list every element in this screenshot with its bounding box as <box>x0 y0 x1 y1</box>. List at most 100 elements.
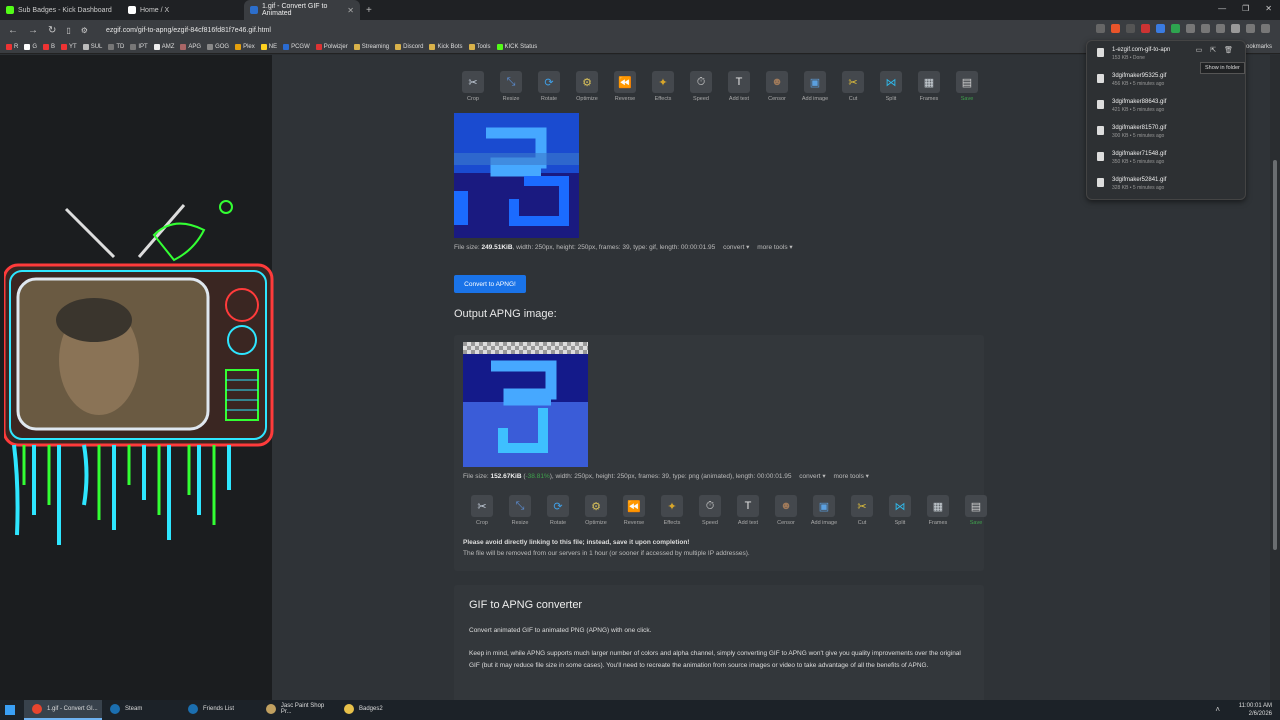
tab-home-x[interactable]: Home / X <box>122 0 244 20</box>
brave-shield-icon[interactable] <box>1111 24 1120 33</box>
frames-icon: ▦ <box>918 71 940 93</box>
delete-icon[interactable]: 🗑 <box>1224 46 1233 54</box>
tool-crop[interactable]: ✂ Crop <box>454 71 492 102</box>
tool-save[interactable]: ▤ Save <box>948 71 986 102</box>
bookmark-folder[interactable]: Discord <box>395 43 423 50</box>
download-item[interactable]: 3dgifmaker88643.gif 421 KB • 5 minutes ag… <box>1097 99 1166 113</box>
close-tab-icon[interactable]: ✕ <box>347 6 354 15</box>
sidebar-icon[interactable] <box>1216 24 1225 33</box>
tool-split[interactable]: ⋈ Split <box>881 495 919 526</box>
bookmark-page-icon[interactable]: ▯ <box>66 26 70 35</box>
tool-effects[interactable]: ✦ Effects <box>644 71 682 102</box>
windows-start-icon[interactable] <box>0 700 20 720</box>
url-field[interactable]: ezgif.com/gif-to-apng/ezgif-84cf816fd81f… <box>106 27 271 34</box>
convert-dropdown[interactable]: convert ▾ <box>723 244 749 251</box>
tray-chevron-icon[interactable]: ˄ <box>1215 705 1220 714</box>
tool-add-image[interactable]: ▣ Add image <box>796 71 834 102</box>
tool-crop[interactable]: ✂ Crop <box>463 495 501 526</box>
download-item[interactable]: 3dgifmaker71548.gif 350 KB • 5 minutes ag… <box>1097 151 1166 165</box>
bookmark-folder[interactable]: Tools <box>468 43 491 50</box>
download-item[interactable]: 3dgifmaker52841.gif 328 KB • 5 minutes ag… <box>1097 177 1166 191</box>
tool-cut[interactable]: ✂ Cut <box>834 71 872 102</box>
bookmark-folder[interactable]: Streaming <box>353 43 389 50</box>
bookmark-item[interactable]: GOG <box>207 43 229 50</box>
share-icon[interactable] <box>1096 24 1105 33</box>
maximize-icon[interactable]: ❐ <box>1242 4 1249 13</box>
bookmark-item[interactable]: Polwizjer <box>315 43 348 50</box>
more-tools-dropdown[interactable]: more tools ▾ <box>834 473 869 480</box>
bookmark-item[interactable]: R <box>6 43 18 50</box>
tool-rotate[interactable]: ⟳ Rotate <box>539 495 577 526</box>
download-item[interactable]: 1-ezgif.com-gif-to-apn 153 KB • Done <box>1097 47 1170 61</box>
tool-add-image[interactable]: ▣ Add image <box>805 495 843 526</box>
tool-reverse[interactable]: ⏪ Reverse <box>606 71 644 102</box>
output-heading: Output APNG image: <box>454 308 557 320</box>
new-tab-icon[interactable]: + <box>360 5 378 16</box>
bookmark-item[interactable]: PCGW <box>283 43 310 50</box>
tool-resize[interactable]: ⤡ Resize <box>501 495 539 526</box>
tool-rotate[interactable]: ⟳ Rotate <box>530 71 568 102</box>
tool-frames[interactable]: ▦ Frames <box>919 495 957 526</box>
bookmark-item[interactable]: YT <box>61 43 77 50</box>
tool-save[interactable]: ▤ Save <box>957 495 995 526</box>
tool-censor[interactable]: ☻ Censor <box>767 495 805 526</box>
extension-icon[interactable] <box>1171 24 1180 33</box>
menu-icon[interactable] <box>1246 24 1255 33</box>
close-window-icon[interactable]: ✕ <box>1265 4 1272 13</box>
tool-resize[interactable]: ⤡ Resize <box>492 71 530 102</box>
bookmark-item[interactable]: APG <box>180 43 201 50</box>
scrollbar-thumb[interactable] <box>1273 160 1277 550</box>
tool-effects[interactable]: ✦ Effects <box>653 495 691 526</box>
tool-reverse[interactable]: ⏪ Reverse <box>615 495 653 526</box>
extension-icon[interactable] <box>1186 24 1195 33</box>
download-item[interactable]: 3dgifmaker95325.gif 456 KB • 5 minutes ag… <box>1097 73 1166 87</box>
extension-icon[interactable] <box>1126 24 1135 33</box>
tool-split[interactable]: ⋈ Split <box>872 71 910 102</box>
forward-icon[interactable]: → <box>28 25 38 36</box>
taskbar-item[interactable]: Jasc Paint Shop Pr... <box>258 700 336 720</box>
tool-optimize[interactable]: ⚙ Optimize <box>577 495 615 526</box>
extension-icon[interactable] <box>1201 24 1210 33</box>
bookmark-item[interactable]: KICK Status <box>496 43 537 50</box>
tool-frames[interactable]: ▦ Frames <box>910 71 948 102</box>
taskbar-item[interactable]: Friends List <box>180 700 258 720</box>
tool-speed[interactable]: ⏱ Speed <box>691 495 729 526</box>
bookmark-item[interactable]: TD <box>108 43 124 50</box>
bookmark-item[interactable]: IPT <box>130 43 148 50</box>
downloads-icon[interactable] <box>1231 24 1240 33</box>
bookmark-item[interactable]: B <box>43 43 55 50</box>
extension-icon[interactable] <box>1156 24 1165 33</box>
bookmark-item[interactable]: AMZ <box>153 43 174 50</box>
leo-icon[interactable] <box>1261 24 1270 33</box>
tool-add-text[interactable]: T Add text <box>729 495 767 526</box>
open-icon[interactable]: ⇱ <box>1210 46 1216 54</box>
bookmark-item[interactable]: NE <box>260 43 277 50</box>
site-info-icon[interactable]: ⚙ <box>81 26 88 35</box>
tool-speed[interactable]: ⏱ Speed <box>682 71 720 102</box>
tool-add-text[interactable]: T Add text <box>720 71 758 102</box>
bookmark-folder[interactable]: Kick Bots <box>429 43 463 50</box>
tool-optimize[interactable]: ⚙ Optimize <box>568 71 606 102</box>
tab-ezgif[interactable]: 1.gif - Convert GIF to Animated ✕ <box>244 0 360 20</box>
folder-icon[interactable]: ▭ <box>1196 46 1203 54</box>
page-scrollbar[interactable] <box>1270 55 1280 700</box>
tool-cut[interactable]: ✂ Cut <box>843 495 881 526</box>
bookmark-item[interactable]: SUL <box>82 43 102 50</box>
taskbar-item[interactable]: Steam <box>102 700 180 720</box>
tool-censor[interactable]: ☻ Censor <box>758 71 796 102</box>
taskbar-item[interactable]: 1.gif - Convert GI... <box>24 700 102 720</box>
convert-to-apng-button[interactable]: Convert to APNG! <box>454 275 526 293</box>
minimize-icon[interactable]: — <box>1218 4 1226 13</box>
tool-label: Reverse <box>614 96 636 102</box>
extension-icon[interactable] <box>1141 24 1150 33</box>
taskbar-item[interactable]: Badges2 <box>336 700 414 720</box>
more-tools-dropdown[interactable]: more tools ▾ <box>757 244 792 251</box>
convert-dropdown[interactable]: convert ▾ <box>799 473 825 480</box>
reload-icon[interactable]: ↻ <box>48 25 56 36</box>
bookmark-item[interactable]: G <box>24 43 37 50</box>
system-clock[interactable]: 11:00:01 AM 2/6/2026 <box>1239 702 1272 718</box>
tab-kick-dashboard[interactable]: Sub Badges - Kick Dashboard <box>0 0 122 20</box>
download-item[interactable]: 3dgifmaker81570.gif 300 KB • 5 minutes ag… <box>1097 125 1166 139</box>
back-icon[interactable]: ← <box>8 25 18 36</box>
bookmark-item[interactable]: Plex <box>235 43 255 50</box>
